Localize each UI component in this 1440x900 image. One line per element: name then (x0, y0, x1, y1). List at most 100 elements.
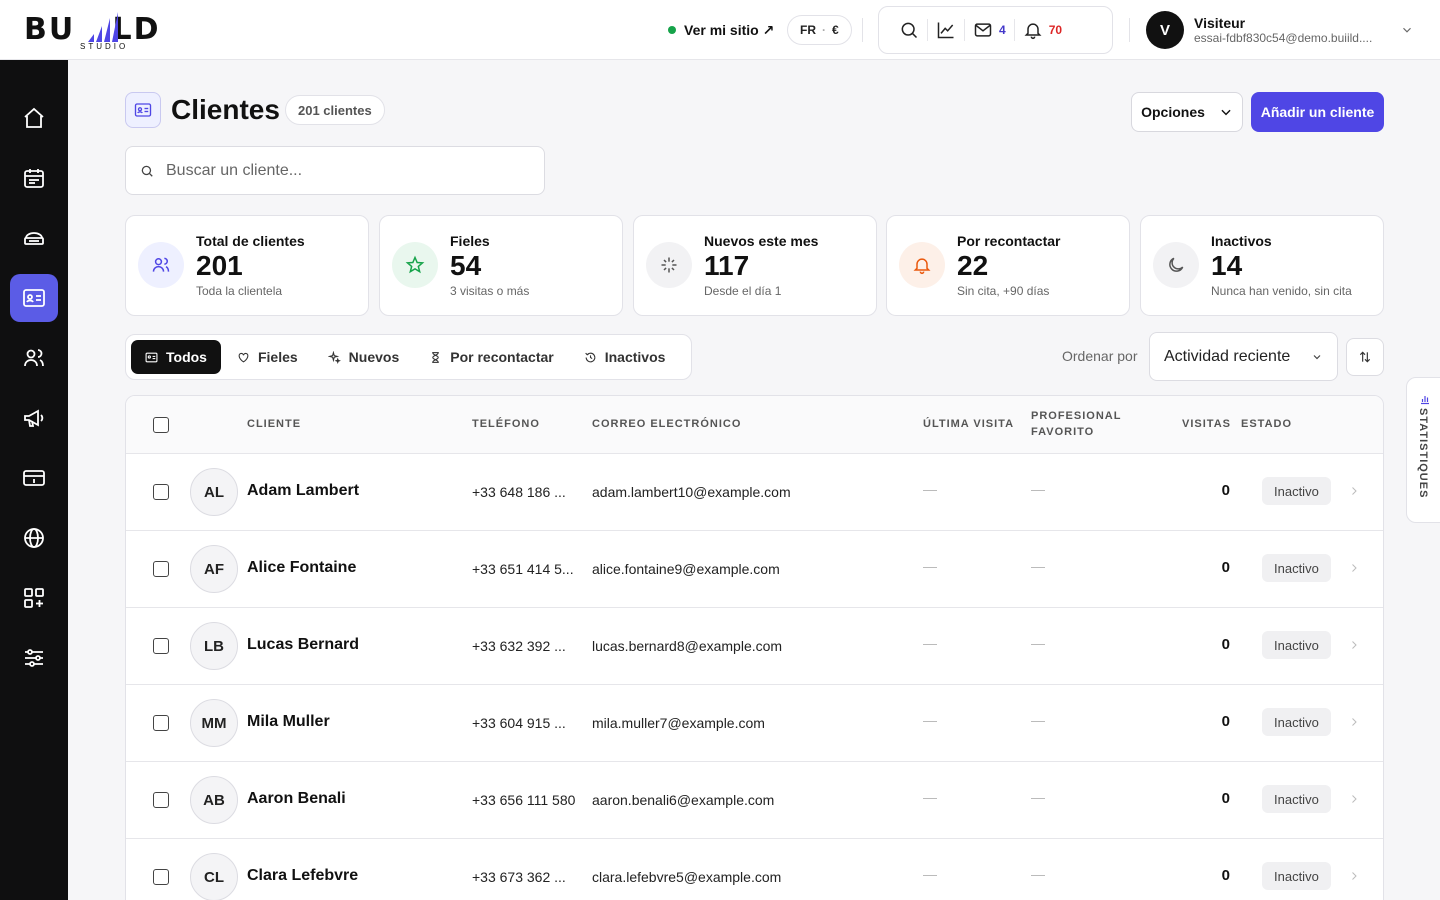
table-row[interactable]: AB Aaron Benali +33 656 111 580 aaron.be… (126, 762, 1383, 839)
row-checkbox[interactable] (153, 792, 169, 808)
sidebar-item-apps[interactable] (10, 574, 58, 622)
search-button[interactable] (891, 15, 927, 45)
sidebar-item-calendar[interactable] (10, 154, 58, 202)
table-row[interactable]: LB Lucas Bernard +33 632 392 ... lucas.b… (126, 608, 1383, 685)
stat-value: 22 (957, 250, 989, 281)
chevron-right-icon[interactable] (1348, 793, 1360, 805)
select-all-checkbox[interactable] (153, 417, 169, 433)
chevron-right-icon[interactable] (1348, 485, 1360, 497)
sort-direction-button[interactable] (1346, 338, 1384, 376)
stat-subtitle: Desde el día 1 (704, 284, 782, 298)
statistics-side-tab[interactable]: STATISTIQUES (1406, 377, 1440, 523)
star-icon (405, 255, 425, 274)
status-badge: Inactivo (1262, 708, 1331, 736)
sidebar-item-home[interactable] (10, 94, 58, 142)
status-badge: Inactivo (1262, 862, 1331, 890)
row-checkbox[interactable] (153, 638, 169, 654)
stat-card-new[interactable]: Nuevos este mes 117 Desde el día 1 (633, 215, 877, 316)
history-icon (584, 352, 596, 362)
sort-select[interactable]: Actividad reciente (1149, 332, 1338, 381)
column-header-status[interactable]: ESTADO (1241, 416, 1292, 432)
stat-subtitle: 3 visitas o más (450, 284, 530, 298)
sidebar-item-marketing[interactable] (10, 394, 58, 442)
column-header-favorite-pro[interactable]: PROFESIONAL FAVORITO (1031, 408, 1121, 440)
visit-count: 0 (1221, 636, 1230, 653)
tab-all[interactable]: Todos (131, 340, 221, 374)
column-header-last-visit[interactable]: ÚLTIMA VISITA (923, 416, 1014, 432)
users-icon (152, 257, 170, 272)
view-site-link[interactable]: Ver mi sitio ↗ (668, 18, 774, 42)
client-name[interactable]: Adam Lambert (247, 482, 359, 500)
stat-icon-wrap (1153, 242, 1199, 288)
user-menu[interactable]: V Visiteur essai-fdbf830c54@demo.buiild.… (1146, 10, 1416, 50)
visit-count: 0 (1221, 790, 1230, 807)
table-row[interactable]: CL Clara Lefebvre +33 673 362 ... clara.… (126, 839, 1383, 900)
sidebar-item-payments[interactable] (10, 454, 58, 502)
row-checkbox[interactable] (153, 484, 169, 500)
row-checkbox[interactable] (153, 561, 169, 577)
client-name[interactable]: Aaron Benali (247, 790, 346, 808)
chevron-right-icon[interactable] (1348, 639, 1360, 651)
chevron-down-icon (1221, 109, 1231, 116)
stat-card-to-recontact[interactable]: Por recontactar 22 Sin cita, +90 días (886, 215, 1130, 316)
sidebar-item-team[interactable] (10, 334, 58, 382)
column-header-phone[interactable]: TELÉFONO (472, 416, 540, 432)
sidebar-item-clients[interactable] (10, 274, 58, 322)
empty-last-visit (923, 490, 937, 491)
options-label: Opciones (1141, 104, 1205, 120)
tab-to-recontact[interactable]: Por recontactar (415, 340, 567, 374)
table-row[interactable]: MM Mila Muller +33 604 915 ... mila.mull… (126, 685, 1383, 762)
analytics-button[interactable] (928, 15, 964, 45)
logo[interactable]: BU LD STUDIO (24, 8, 184, 52)
sort-value: Actividad reciente (1164, 347, 1291, 365)
notifications-button[interactable]: 70 (1015, 15, 1070, 45)
sidebar-item-services[interactable] (10, 214, 58, 262)
chevron-right-icon[interactable] (1348, 562, 1360, 574)
divider (1129, 18, 1130, 42)
options-button[interactable]: Opciones (1131, 92, 1243, 132)
client-name[interactable]: Lucas Bernard (247, 636, 359, 654)
row-checkbox[interactable] (153, 715, 169, 731)
online-status-dot (668, 26, 676, 34)
chevron-right-icon[interactable] (1348, 716, 1360, 728)
client-name[interactable]: Clara Lefebvre (247, 867, 358, 885)
stat-card-loyal[interactable]: Fieles 54 3 visitas o más (379, 215, 623, 316)
column-header-email[interactable]: CORREO ELECTRÓNICO (592, 416, 741, 432)
chevron-right-icon[interactable] (1348, 870, 1360, 882)
row-checkbox[interactable] (153, 869, 169, 885)
sidebar-item-settings[interactable] (10, 634, 58, 682)
chevron-down-icon (1403, 27, 1411, 33)
top-bar: BU LD STUDIO Ver mi sitio ↗ FR · € 4 70 … (0, 0, 1440, 60)
tab-new[interactable]: Nuevos (314, 340, 414, 374)
client-email: clara.lefebvre5@example.com (592, 869, 782, 885)
search-icon (141, 165, 153, 177)
stat-label: Inactivos (1211, 233, 1272, 249)
tab-loyal[interactable]: Fieles (223, 340, 312, 374)
stat-card-inactive[interactable]: Inactivos 14 Nunca han venido, sin cita (1140, 215, 1384, 316)
stat-card-total[interactable]: Total de clientes 201 Toda la clientela (125, 215, 369, 316)
stat-label: Fieles (450, 233, 490, 249)
client-name[interactable]: Mila Muller (247, 713, 330, 731)
messages-button[interactable]: 4 (965, 15, 1014, 45)
table-row[interactable]: AL Adam Lambert +33 648 186 ... adam.lam… (126, 454, 1383, 531)
language-code: FR (800, 23, 816, 37)
stat-subtitle: Toda la clientela (196, 284, 283, 298)
id-card-icon (23, 289, 45, 307)
language-currency-selector[interactable]: FR · € (787, 15, 852, 45)
table-row[interactable]: AF Alice Fontaine +33 651 414 5... alice… (126, 531, 1383, 608)
toolbar-group: 4 70 (878, 6, 1113, 54)
user-name: Visiteur (1194, 15, 1246, 31)
client-phone: +33 656 111 580 (472, 792, 576, 808)
sidebar-item-website[interactable] (10, 514, 58, 562)
client-phone: +33 648 186 ... (472, 484, 566, 500)
column-header-visits[interactable]: VISITAS (1182, 416, 1231, 432)
id-card-icon (134, 103, 152, 117)
avatar: AL (190, 468, 238, 516)
column-header-client[interactable]: CLIENTE (247, 416, 301, 432)
tab-label: Fieles (257, 349, 298, 365)
sidebar (0, 60, 68, 900)
client-name[interactable]: Alice Fontaine (247, 559, 356, 577)
tab-inactive[interactable]: Inactivos (570, 340, 680, 374)
search-input[interactable] (166, 161, 526, 180)
add-client-button[interactable]: Añadir un cliente (1251, 92, 1384, 132)
